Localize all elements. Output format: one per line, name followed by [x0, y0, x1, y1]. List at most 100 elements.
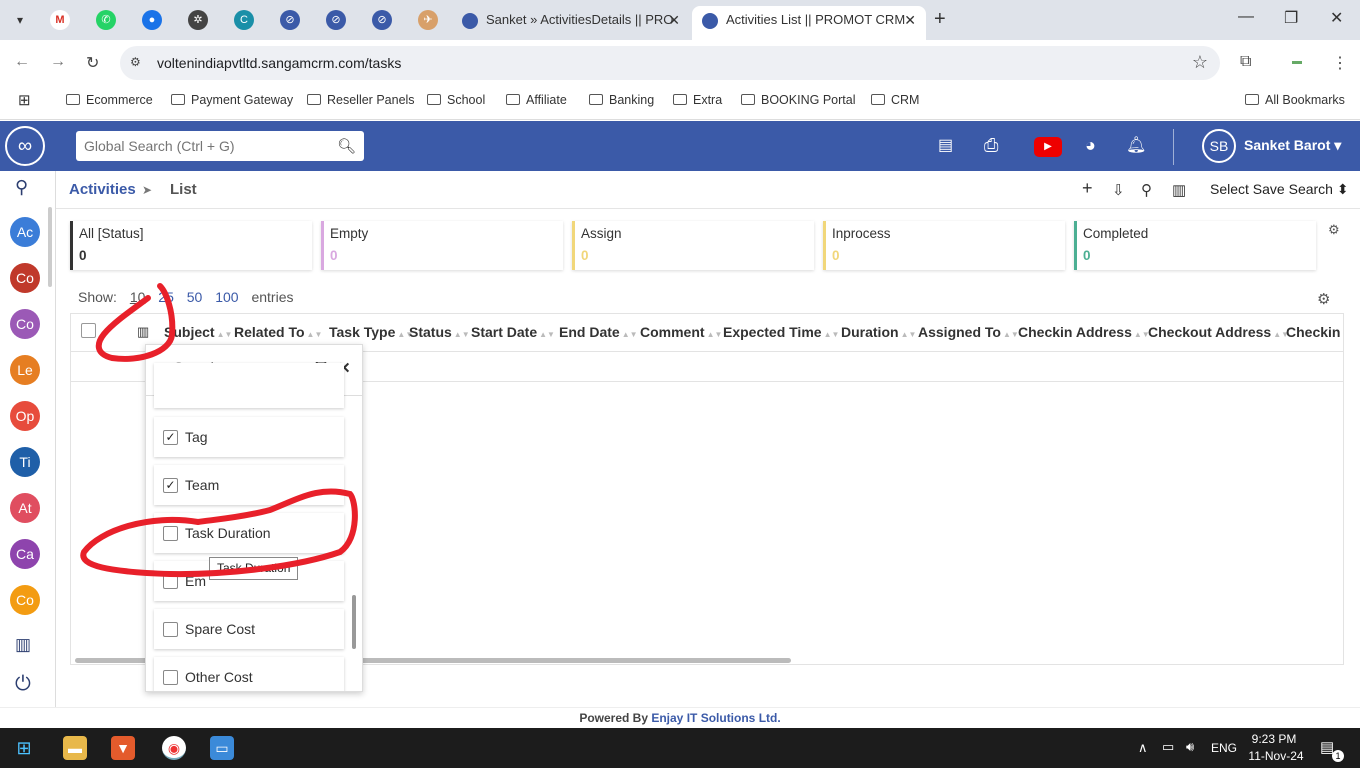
chevron-up-icon[interactable]: ∧	[1138, 740, 1148, 756]
columns-icon[interactable]: ▥	[137, 324, 149, 340]
global-search-input[interactable]	[76, 131, 326, 161]
gmail-icon[interactable]: M	[50, 10, 70, 30]
page-size-option[interactable]: 10	[130, 289, 146, 305]
sort-icon[interactable]: ▲▼	[901, 330, 917, 339]
windows-start-icon[interactable]: ⊞	[12, 736, 36, 760]
column-option[interactable]: Other Cost	[154, 657, 344, 691]
bookmark-folder[interactable]: CRM	[871, 93, 919, 107]
column-header[interactable]: Related To ▲▼	[234, 324, 322, 340]
page-size-option[interactable]: 50	[187, 289, 203, 305]
brave-icon[interactable]: ▼	[111, 736, 135, 760]
intercom-icon[interactable]: ▥	[15, 635, 31, 655]
back-icon[interactable]: ←	[14, 53, 30, 71]
save-search-select[interactable]: Select Save Search ⬍	[1210, 181, 1349, 198]
checkbox[interactable]	[163, 622, 178, 637]
address-bar[interactable]: ⚙ voltenindiapvtltd.sangamcrm.com/tasks …	[120, 46, 1220, 80]
sidebar-module-avatar[interactable]: Co	[10, 263, 40, 293]
sidebar-module-avatar[interactable]: At	[10, 493, 40, 523]
bookmark-folder[interactable]: BOOKING Portal	[741, 93, 855, 107]
globe-icon[interactable]: ◕	[1085, 135, 1096, 156]
column-header[interactable]: Subject ▲▼	[164, 324, 232, 340]
status-card[interactable]: All [Status] 0	[70, 221, 312, 270]
search-icon[interactable]: 🔍︎	[337, 137, 356, 155]
column-header[interactable]: Start Date ▲▼	[471, 324, 555, 340]
network-icon[interactable]: ▭	[1162, 739, 1174, 755]
clock-time[interactable]: 9:23 PM	[1248, 732, 1300, 746]
crm-tab-icon[interactable]: ⊘	[280, 10, 300, 30]
panel-scrollbar[interactable]	[352, 595, 356, 649]
sort-icon[interactable]: ▲▼	[622, 330, 638, 339]
checkbox[interactable]: ✓	[163, 430, 178, 445]
column-header[interactable]: Checkout Address ▲▼	[1148, 324, 1289, 340]
volume-icon[interactable]: 🔊︎	[1186, 739, 1194, 755]
tab-search-icon[interactable]: ▾	[10, 10, 30, 30]
sidebar-module-avatar[interactable]: Op	[10, 401, 40, 431]
youtube-icon[interactable]: ▶	[1034, 137, 1062, 157]
close-icon[interactable]: ✕	[904, 6, 916, 34]
list-icon[interactable]: ▤	[938, 135, 953, 155]
search-icon[interactable]: ⚲	[1141, 181, 1152, 199]
sort-icon[interactable]: ▲▼	[307, 330, 323, 339]
sort-icon[interactable]: ▲▼	[707, 330, 723, 339]
bookmark-folder[interactable]: Affiliate	[506, 93, 567, 107]
sidebar-scrollbar[interactable]	[48, 207, 52, 287]
power-icon[interactable]: ⏻	[15, 673, 31, 696]
minimize-icon[interactable]: —	[1238, 8, 1254, 26]
sort-icon[interactable]: ▲▼	[217, 330, 233, 339]
chat-icon[interactable]: ●	[142, 10, 162, 30]
bookmark-folder[interactable]: Ecommerce	[66, 93, 153, 107]
company-link[interactable]: Enjay IT Solutions Ltd.	[651, 711, 780, 725]
checkbox[interactable]	[163, 670, 178, 685]
forward-icon[interactable]: →	[50, 53, 66, 71]
status-card[interactable]: Completed 0	[1074, 221, 1316, 270]
status-card[interactable]: Empty 0	[321, 221, 563, 270]
whatsapp-icon[interactable]: ✆	[96, 10, 116, 30]
column-header[interactable]: Assigned To ▲▼	[918, 324, 1019, 340]
bookmark-folder[interactable]: Payment Gateway	[171, 93, 293, 107]
tab-activities-list[interactable]: Activities List || PROMOT CRM ✕	[692, 6, 926, 40]
profile-icon[interactable]: ▬	[1292, 56, 1302, 67]
column-header[interactable]: Checkin I	[1286, 324, 1343, 340]
sort-icon[interactable]: ▲▼	[539, 330, 555, 339]
column-header[interactable]: Checkin Address ▲▼	[1018, 324, 1150, 340]
column-option[interactable]: Task Duration	[154, 513, 344, 553]
menu-icon[interactable]: ⋮	[1332, 53, 1348, 73]
search-icon[interactable]: ⚲	[15, 177, 28, 198]
sort-icon[interactable]: ▲▼	[454, 330, 470, 339]
openai-icon[interactable]: ✲	[188, 10, 208, 30]
all-bookmarks[interactable]: All Bookmarks	[1245, 93, 1345, 107]
user-menu[interactable]: Sanket Barot ▾	[1244, 137, 1341, 154]
column-option[interactable]: Spare Cost	[154, 609, 344, 649]
bookmark-folder[interactable]: Reseller Panels	[307, 93, 415, 107]
page-size-option[interactable]: 100	[215, 289, 238, 305]
column-header[interactable]: Task Type ▲▼	[329, 324, 413, 340]
bookmark-star-icon[interactable]: ☆	[1192, 52, 1208, 73]
page-size-option[interactable]: 25	[158, 289, 174, 305]
status-card[interactable]: Assign 0	[572, 221, 814, 270]
select-all-checkbox[interactable]	[81, 323, 96, 341]
sidebar-module-avatar[interactable]: Co	[10, 309, 40, 339]
language-indicator[interactable]: ENG	[1211, 741, 1237, 755]
checkbox[interactable]	[163, 574, 178, 589]
column-header[interactable]: Duration ▲▼	[841, 324, 916, 340]
bookmark-folder[interactable]: School	[427, 93, 485, 107]
report-icon[interactable]: ▥	[1172, 181, 1186, 199]
crm-tab-icon[interactable]: ⊘	[372, 10, 392, 30]
crm-tab-icon[interactable]: ⊘	[326, 10, 346, 30]
global-search[interactable]: 🔍︎	[76, 131, 364, 161]
close-window-icon[interactable]: ✕	[1330, 8, 1343, 28]
sort-icon[interactable]: ▲▼	[1003, 330, 1019, 339]
new-tab-icon[interactable]: +	[934, 8, 946, 31]
apps-grid-icon[interactable]: ⊞	[18, 91, 31, 109]
avatar[interactable]: SB	[1202, 129, 1236, 163]
url-text[interactable]: voltenindiapvtltd.sangamcrm.com/tasks	[157, 55, 401, 71]
checkbox[interactable]: ✓	[163, 478, 178, 493]
file-explorer-icon[interactable]: ▬	[63, 736, 87, 760]
canva-icon[interactable]: C	[234, 10, 254, 30]
status-card[interactable]: Inprocess 0	[823, 221, 1065, 270]
reload-icon[interactable]: ↻	[86, 53, 99, 73]
sidebar-module-avatar[interactable]: Ti	[10, 447, 40, 477]
add-icon[interactable]: +	[1082, 178, 1093, 199]
extensions-icon[interactable]: ⧉	[1240, 53, 1251, 71]
sidebar-module-avatar[interactable]: Le	[10, 355, 40, 385]
